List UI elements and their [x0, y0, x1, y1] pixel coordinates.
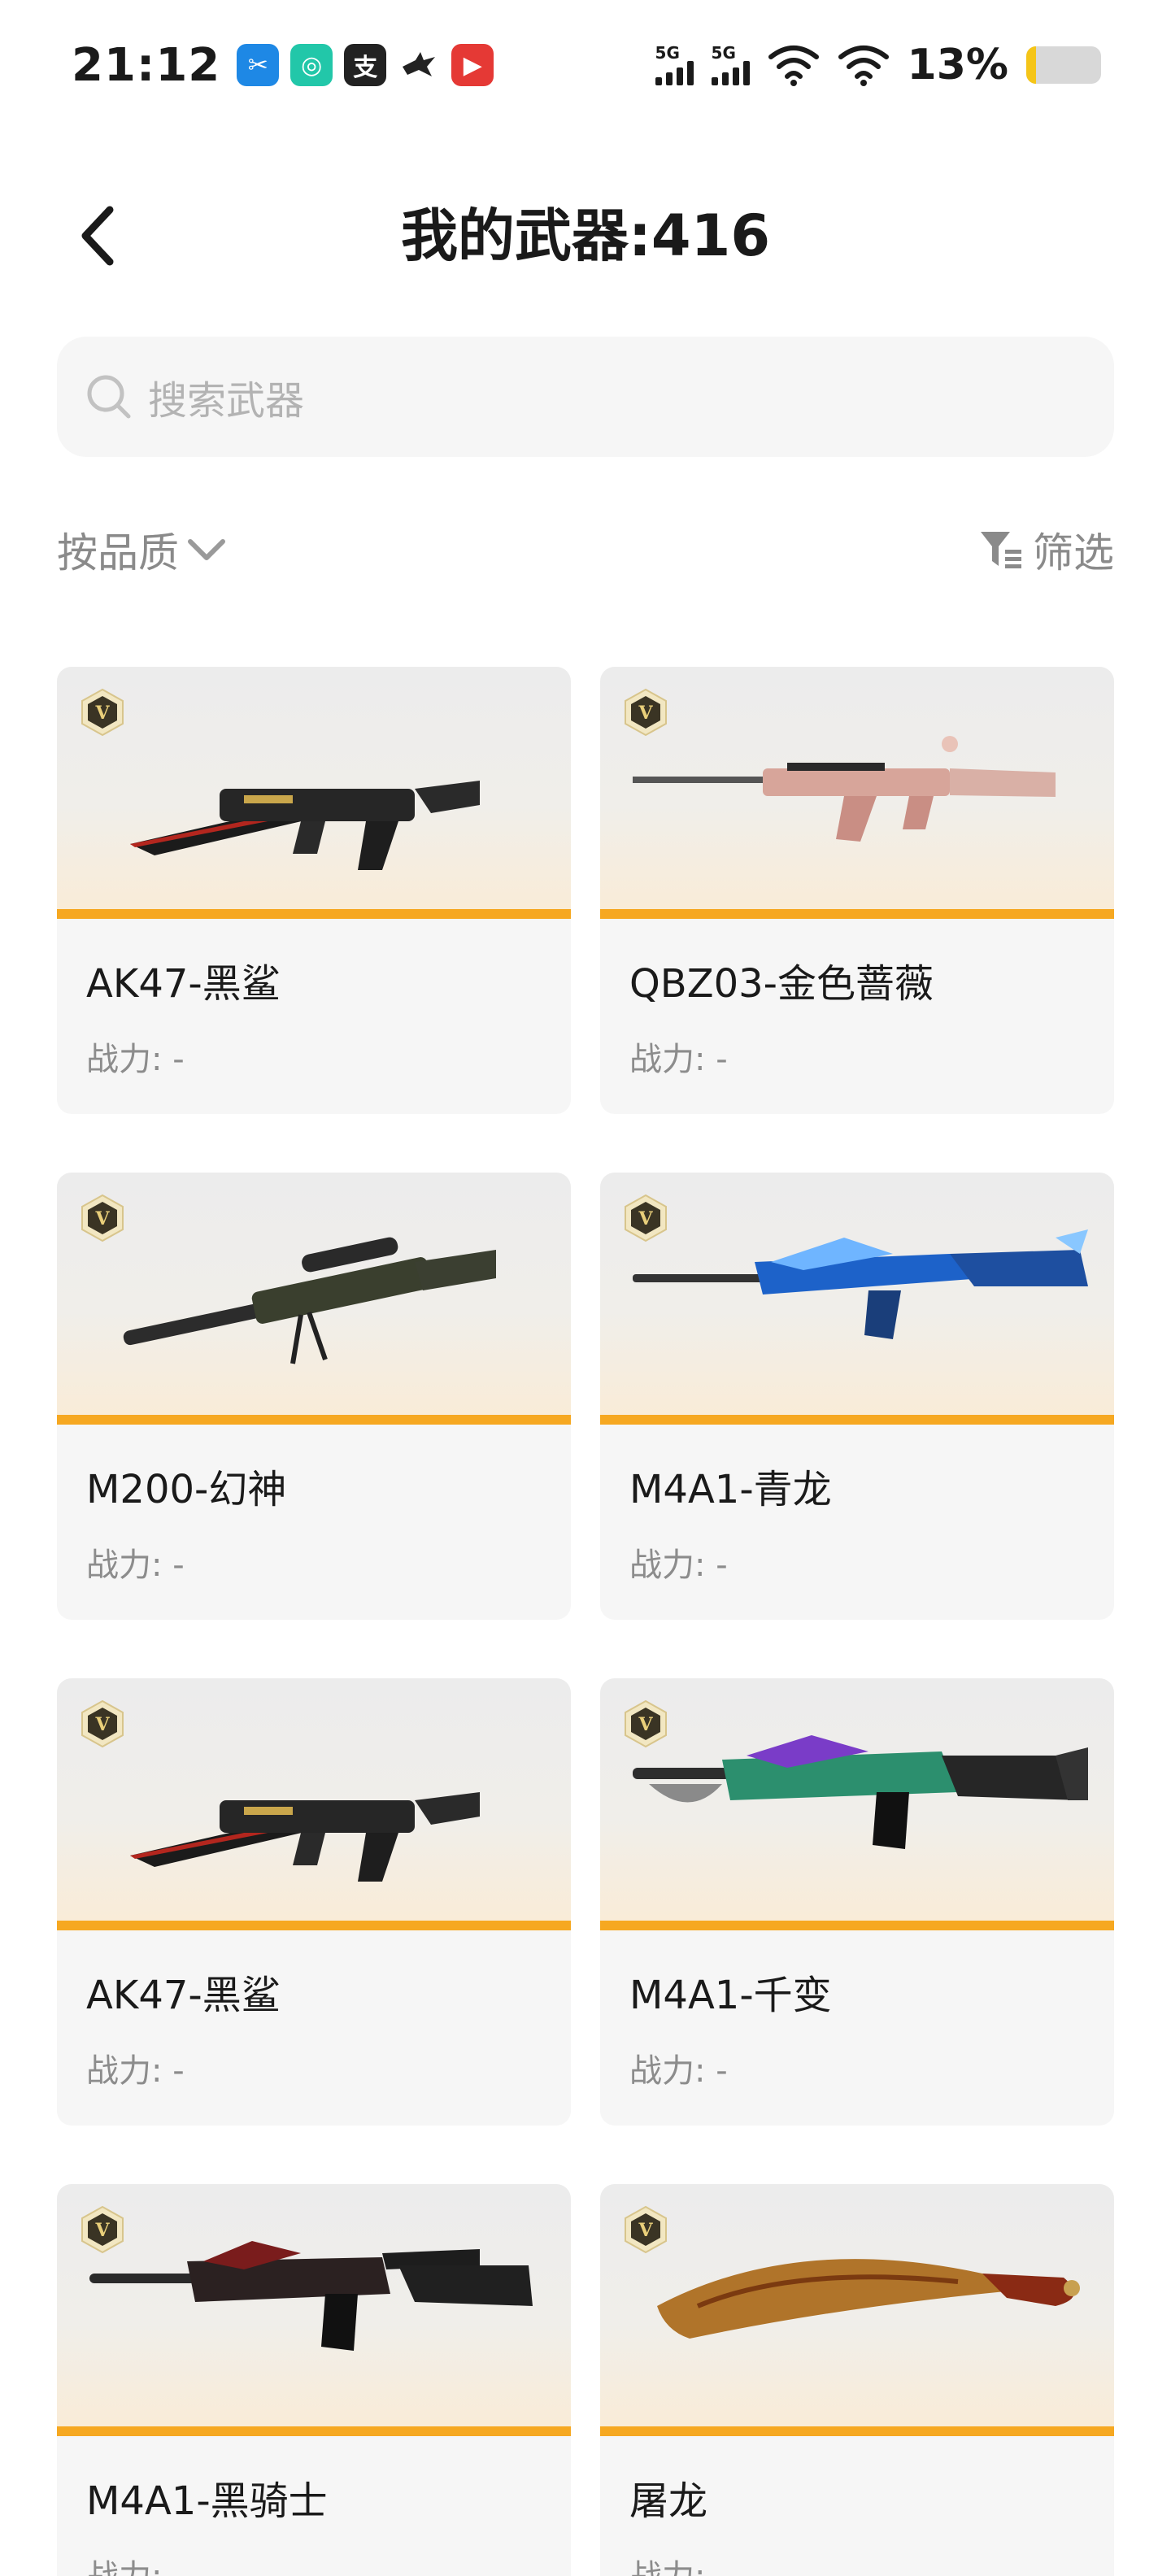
weapon-m4blue-image [633, 1229, 1088, 1339]
status-time: 21:12 [72, 38, 221, 92]
weapon-name: M4A1-青龙 [629, 1467, 832, 1512]
weapon-card[interactable]: V 屠龙 战力: - [600, 2184, 1114, 2576]
camera-app-icon: ◎ [290, 44, 333, 86]
filter-row: 按品质 筛选 [57, 504, 1114, 585]
weapon-image: V [57, 667, 571, 919]
weapon-power: 战力: - [629, 2550, 728, 2576]
search-input[interactable]: 搜索武器 [57, 337, 1114, 457]
weapon-qbz-image [633, 736, 1056, 842]
weapon-image: V [600, 1173, 1114, 1425]
signal-strength-icon: 5G [655, 45, 694, 85]
weapon-card[interactable]: V M4A1-千变 战力: - [600, 1678, 1114, 2126]
weapon-power: 战力: - [86, 2052, 185, 2090]
weapon-name: QBZ03-金色蔷薇 [629, 961, 934, 1007]
weapon-power: 战力: - [629, 1547, 728, 1584]
weapon-card[interactable]: V M4A1-黑骑士 战力: - [57, 2184, 571, 2576]
search-placeholder: 搜索武器 [148, 378, 305, 424]
search-icon [85, 372, 133, 421]
scissors-app-icon: ✂ [237, 44, 280, 86]
weapon-image: V [57, 1678, 571, 1930]
network-type-label: 5G [655, 43, 680, 63]
bird-app-icon [398, 44, 440, 86]
battery-icon [1026, 46, 1101, 84]
weapon-power: 战力: - [629, 2052, 728, 2090]
weapon-name: M4A1-黑骑士 [86, 2478, 328, 2524]
weapon-name: AK47-黑鲨 [86, 961, 281, 1007]
status-indicators: 5G 5G 13% [655, 41, 1101, 89]
signal-strength-icon: 5G [711, 43, 750, 85]
weapon-image: V [57, 1173, 571, 1425]
weapon-image: V [600, 2184, 1114, 2436]
weapon-name: M200-幻神 [86, 1467, 287, 1512]
weapon-m4dark-image [89, 2241, 533, 2351]
status-bar: 21:12 ✂ ◎ 支 ▶ 5G 5G 13% [0, 0, 1171, 130]
weapon-name: M4A1-千变 [629, 1973, 832, 2018]
notification-app-icons: ✂ ◎ 支 ▶ [237, 44, 494, 86]
weapon-card[interactable]: V M4A1-青龙 战力: - [600, 1173, 1114, 1620]
page-header: 我的武器:416 [0, 171, 1171, 301]
weapon-card[interactable]: V AK47-黑鲨 战力: - [57, 667, 571, 1114]
battery-level [1026, 46, 1036, 84]
weapon-card[interactable]: V M200-幻神 战力: - [57, 1173, 571, 1620]
page-title: 我的武器:416 [400, 202, 771, 269]
weapon-power: 战力: - [86, 2550, 185, 2576]
network-type-label: 5G [711, 43, 736, 63]
filter-icon [979, 527, 1025, 572]
wifi-icon [768, 46, 819, 86]
weapon-name: 屠龙 [629, 2478, 708, 2524]
filter-label: 筛选 [1033, 529, 1114, 577]
battery-percentage: 13% [907, 41, 1008, 89]
weapon-sniper-image [123, 1237, 496, 1364]
weapon-name: AK47-黑鲨 [86, 1973, 281, 2018]
weapon-image: V [600, 1678, 1114, 1930]
weapon-ak47-image [130, 1792, 480, 1882]
weapon-grid: V AK47-黑鲨 战力: - V QBZ03-金色蔷薇 战力: - V M20… [57, 618, 1114, 2576]
weapon-power: 战力: - [629, 1041, 728, 1078]
sort-label: 按品质 [57, 529, 179, 577]
weapon-list[interactable]: V AK47-黑鲨 战力: - V QBZ03-金色蔷薇 战力: - V M20… [0, 618, 1171, 2576]
weapon-ak47-image [130, 781, 480, 870]
weapon-card[interactable]: V AK47-黑鲨 战力: - [57, 1678, 571, 2126]
weapon-power: 战力: - [86, 1547, 185, 1584]
weapon-power: 战力: - [86, 1041, 185, 1078]
weapon-image: V [600, 667, 1114, 919]
weapon-card[interactable]: V QBZ03-金色蔷薇 战力: - [600, 667, 1114, 1114]
alipay-app-icon: 支 [344, 44, 387, 86]
chevron-down-icon [185, 529, 228, 571]
wifi-icon [838, 46, 889, 86]
weapon-image: V [57, 2184, 571, 2436]
quality-sort-dropdown[interactable]: 按品质 [57, 520, 228, 579]
filter-button[interactable]: 筛选 [979, 520, 1114, 579]
weapon-m4rainbow-image [633, 1735, 1088, 1849]
video-app-icon: ▶ [451, 44, 494, 86]
weapon-knife-image [657, 2259, 1080, 2339]
